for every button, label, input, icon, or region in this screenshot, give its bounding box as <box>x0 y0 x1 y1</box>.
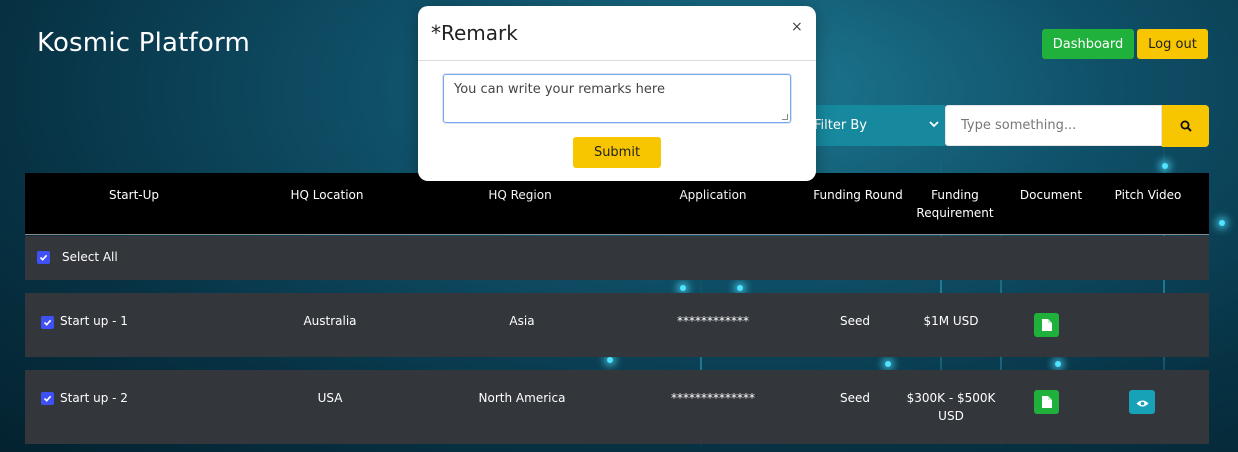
column-header-funding-round: Funding Round <box>813 188 903 202</box>
row-checkbox[interactable] <box>41 392 54 405</box>
column-header-document: Document <box>1019 188 1083 202</box>
column-header-funding-requirement: Funding Requirement <box>905 186 1005 222</box>
pitch-video-button[interactable] <box>1129 390 1155 414</box>
startup-name: Start up - 2 <box>60 391 128 405</box>
eye-icon <box>1136 393 1149 412</box>
column-header-hq-location: HQ Location <box>290 188 364 202</box>
hq-location: Australia <box>303 314 357 328</box>
column-header-funding-requirement-line2: Requirement <box>916 206 994 220</box>
funding-round: Seed <box>840 314 870 328</box>
background-light-dot <box>885 361 891 367</box>
select-all-checkbox[interactable] <box>37 251 50 264</box>
column-header-pitch-video: Pitch Video <box>1114 188 1182 202</box>
modal-title: *Remark <box>431 21 518 45</box>
background-light-dot <box>737 285 743 291</box>
column-header-hq-region: HQ Region <box>488 188 552 202</box>
document-button[interactable] <box>1034 390 1059 414</box>
document-icon <box>1041 316 1052 335</box>
funding-requirement-line1: $1M USD <box>923 314 979 328</box>
search-button[interactable] <box>1162 105 1209 147</box>
modal-divider <box>418 60 816 61</box>
funding-requirement: $300K - $500K USD <box>901 389 1001 425</box>
search-input[interactable]: Type something... <box>945 105 1162 146</box>
close-icon[interactable]: × <box>791 19 803 35</box>
select-all-row: Select All <box>25 236 1209 280</box>
background-light-dot <box>1055 361 1061 367</box>
hq-region: North America <box>478 391 566 405</box>
column-header-startup: Start-Up <box>108 188 160 202</box>
chevron-down-icon <box>929 118 939 132</box>
table-row: Start up - 1 Australia Asia ************… <box>25 293 1209 357</box>
background-light-dot <box>1219 220 1225 226</box>
submit-button[interactable]: Submit <box>573 137 661 168</box>
select-all-label[interactable]: Select All <box>62 248 118 266</box>
hq-region: Asia <box>509 314 535 328</box>
remark-textarea[interactable]: You can write your remarks here <box>443 74 791 123</box>
filter-by-select[interactable]: Filter By <box>806 105 945 146</box>
background-light-dot <box>1162 163 1168 169</box>
document-button[interactable] <box>1034 313 1059 337</box>
funding-round: Seed <box>840 391 870 405</box>
funding-requirement: $1M USD <box>901 312 1001 330</box>
filter-by-label: Filter By <box>814 118 867 133</box>
background-light-dot <box>607 357 613 363</box>
document-icon <box>1041 393 1052 412</box>
search-icon <box>1180 117 1192 136</box>
application-value: ************** <box>671 391 755 405</box>
column-header-funding-requirement-line1: Funding <box>931 188 979 202</box>
funding-requirement-line1: $300K - $500K <box>906 391 996 405</box>
funding-requirement-line2: USD <box>938 409 964 423</box>
row-checkbox[interactable] <box>41 316 54 329</box>
application-value: ************ <box>677 314 749 328</box>
table-row: Start up - 2 USA North America *********… <box>25 370 1209 444</box>
dashboard-button[interactable]: Dashboard <box>1042 29 1134 59</box>
column-header-application: Application <box>679 188 747 202</box>
table-header: Start-Up HQ Location HQ Region Applicati… <box>25 173 1209 235</box>
remark-placeholder: You can write your remarks here <box>454 82 665 97</box>
logout-button[interactable]: Log out <box>1137 29 1208 59</box>
hq-location: USA <box>317 391 343 405</box>
startup-name: Start up - 1 <box>60 314 128 328</box>
remark-modal: *Remark × You can write your remarks her… <box>418 6 816 181</box>
background-light-dot <box>680 285 686 291</box>
brand-title: Kosmic Platform <box>37 28 250 58</box>
resize-handle[interactable] <box>782 114 788 120</box>
